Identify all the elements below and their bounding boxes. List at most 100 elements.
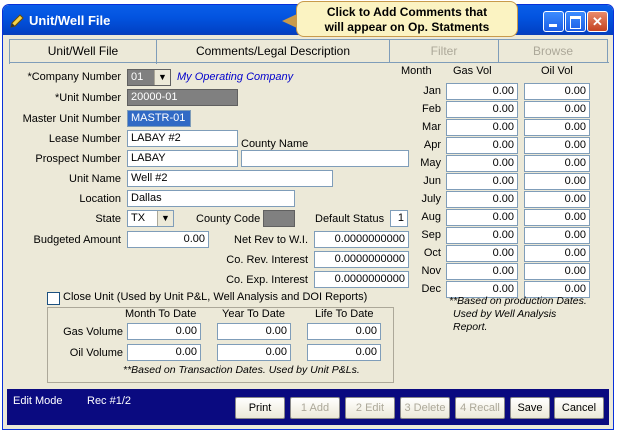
gas-vol-field[interactable]: 0.00 (446, 245, 518, 262)
gas-vol-field[interactable]: 0.00 (446, 263, 518, 280)
tab-strip: Unit/Well File Comments/Legal Descriptio… (9, 39, 609, 64)
production-note-line: Used by Well Analysis (453, 308, 557, 320)
oil-vol-field[interactable]: 0.00 (524, 137, 590, 154)
county-code-field[interactable] (263, 210, 295, 227)
status-bar: Edit Mode Rec #1/2 Print 1 Add 2 Edit 3 … (7, 389, 609, 425)
oil-vol-field[interactable]: 0.00 (524, 173, 590, 190)
gas-vol-field[interactable]: 0.00 (446, 137, 518, 154)
oil-vol-field[interactable]: 0.00 (524, 101, 590, 118)
oil-vol-field[interactable]: 0.00 (524, 245, 590, 262)
oil-vol-field[interactable]: 0.00 (524, 209, 590, 226)
oil-mtd-field[interactable]: 0.00 (127, 344, 201, 361)
close-unit-label: Close Unit (Used by Unit P&L, Well Analy… (63, 291, 368, 303)
company-number-value: 01 (131, 71, 144, 83)
oil-vol-field[interactable]: 0.00 (524, 155, 590, 172)
maximize-button[interactable] (565, 11, 586, 32)
production-note-line: Report. (453, 321, 488, 333)
cancel-button[interactable]: Cancel (554, 397, 604, 419)
close-unit-checkbox[interactable] (47, 292, 60, 305)
gas-vol-field[interactable]: 0.00 (446, 101, 518, 118)
production-dates-note: **Based on production Dates. Used by Wel… (449, 295, 587, 334)
gas-vol-field[interactable]: 0.00 (446, 83, 518, 100)
oil-ltd-field[interactable]: 0.00 (307, 344, 381, 361)
save-button[interactable]: Save (510, 397, 550, 419)
month-label: May (420, 157, 441, 169)
tab-browse[interactable]: Browse (498, 39, 608, 62)
default-status-label: Default Status (315, 213, 385, 225)
company-name-text: My Operating Company (177, 71, 294, 83)
budgeted-amount-label: Budgeted Amount (33, 234, 121, 246)
tab-unit-well-file[interactable]: Unit/Well File (9, 39, 157, 64)
oil-vol-header: Oil Vol (541, 65, 573, 77)
net-rev-wi-label: Net Rev to W.I. (234, 234, 308, 246)
oil-vol-field[interactable]: 0.00 (524, 263, 590, 280)
gas-vol-field[interactable]: 0.00 (446, 209, 518, 226)
state-value: TX (131, 212, 146, 224)
chevron-down-icon[interactable]: ▼ (154, 70, 170, 85)
county-name-field[interactable] (241, 150, 409, 167)
county-code-label: County Code (196, 213, 261, 225)
gas-ltd-field[interactable]: 0.00 (307, 323, 381, 340)
co-rev-interest-label: Co. Rev. Interest (226, 254, 308, 266)
delete-button[interactable]: 3 Delete (400, 397, 450, 419)
add-button[interactable]: 1 Add (290, 397, 340, 419)
gas-vol-field[interactable]: 0.00 (446, 227, 518, 244)
gas-vol-field[interactable]: 0.00 (446, 191, 518, 208)
gas-vol-header: Gas Vol (453, 65, 492, 77)
production-note-line: **Based on production Dates. (449, 295, 587, 307)
close-icon: ✕ (592, 14, 603, 29)
oil-vol-field[interactable]: 0.00 (524, 191, 590, 208)
oil-vol-field[interactable]: 0.00 (524, 227, 590, 244)
callout-pointer (282, 14, 297, 28)
callout-line: will appear on Op. Statments (324, 20, 490, 34)
chevron-down-icon[interactable]: ▼ (157, 211, 173, 226)
budgeted-amount-field[interactable]: 0.00 (127, 231, 209, 248)
master-unit-number-field[interactable]: MASTR-01 (127, 110, 191, 127)
minimize-icon (549, 24, 557, 27)
month-label: Jan (423, 85, 441, 97)
mtd-header: Month To Date (125, 308, 197, 320)
unit-name-field[interactable]: Well #2 (127, 170, 333, 187)
print-button[interactable]: Print (235, 397, 285, 419)
oil-volume-label: Oil Volume (69, 347, 123, 359)
gas-vol-field[interactable]: 0.00 (446, 119, 518, 136)
oil-vol-field[interactable]: 0.00 (524, 119, 590, 136)
edit-button[interactable]: 2 Edit (345, 397, 395, 419)
month-label: Oct (423, 247, 441, 259)
co-exp-interest-field[interactable]: 0.0000000000 (314, 271, 409, 288)
co-rev-interest-field[interactable]: 0.0000000000 (314, 251, 409, 268)
month-label: Feb (422, 103, 441, 115)
gas-vol-field[interactable]: 0.00 (446, 155, 518, 172)
tab-filter[interactable]: Filter (389, 39, 499, 62)
oil-ytd-field[interactable]: 0.00 (217, 344, 291, 361)
gas-mtd-field[interactable]: 0.00 (127, 323, 201, 340)
unit-number-field[interactable]: 20000-01 (127, 89, 238, 106)
net-rev-wi-field[interactable]: 0.0000000000 (314, 231, 409, 248)
month-label: Jun (423, 175, 441, 187)
transaction-dates-note: **Based on Transaction Dates. Used by Un… (123, 364, 360, 376)
oil-vol-field[interactable]: 0.00 (524, 83, 590, 100)
recall-button[interactable]: 4 Recall (455, 397, 505, 419)
ltd-header: Life To Date (315, 308, 374, 320)
lease-number-field[interactable]: LABAY #2 (127, 130, 238, 147)
state-combo[interactable]: TX ▼ (127, 210, 174, 227)
gas-ytd-field[interactable]: 0.00 (217, 323, 291, 340)
pencil-icon (10, 14, 24, 28)
gas-vol-field[interactable]: 0.00 (446, 173, 518, 190)
minimize-button[interactable] (543, 11, 564, 32)
lease-number-label: Lease Number (48, 133, 121, 145)
unit-name-label: Unit Name (69, 173, 121, 185)
tab-comments-legal[interactable]: Comments/Legal Description (156, 39, 390, 62)
month-label: Nov (421, 265, 441, 277)
record-indicator: Rec #1/2 (87, 395, 132, 407)
prospect-number-field[interactable]: LABAY (127, 150, 238, 167)
master-unit-number-label: Master Unit Number (22, 113, 121, 125)
location-field[interactable]: Dallas (127, 190, 295, 207)
tab-panel-border (9, 62, 609, 63)
comments-callout: Click to Add Comments that will appear o… (296, 1, 518, 37)
ytd-header: Year To Date (222, 308, 285, 320)
close-button[interactable]: ✕ (587, 11, 608, 32)
edit-mode-text: Edit Mode (13, 395, 63, 407)
company-number-combo[interactable]: 01 ▼ (127, 69, 171, 86)
prospect-number-label: Prospect Number (35, 153, 121, 165)
